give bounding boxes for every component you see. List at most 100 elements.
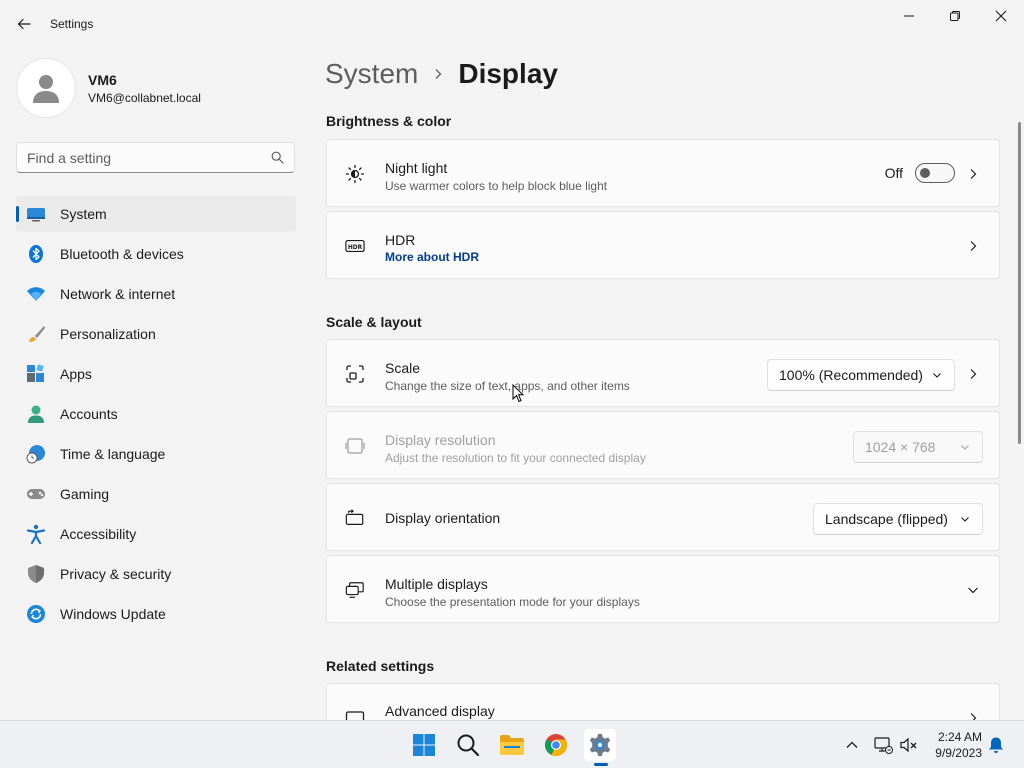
taskbar-search-button[interactable]: [452, 729, 484, 761]
scale-description: Change the size of text, apps, and other…: [385, 379, 630, 393]
sidebar-item-windows-update[interactable]: Windows Update: [16, 596, 296, 632]
chrome-icon: [545, 734, 567, 756]
network-tray-icon[interactable]: [873, 735, 893, 755]
restore-icon: [950, 11, 960, 21]
notification-bell-icon[interactable]: [986, 735, 1006, 755]
sidebar-item-label: Network & internet: [60, 286, 176, 302]
clock-date: 9/9/2023: [935, 746, 982, 760]
maximize-button[interactable]: [932, 0, 978, 32]
sidebar-item-gaming[interactable]: Gaming: [16, 476, 296, 512]
back-button[interactable]: [10, 10, 38, 38]
file-explorer-button[interactable]: [496, 729, 528, 761]
sidebar-item-time-language[interactable]: Time & language: [16, 436, 296, 472]
display-resolution-card: Display resolution Adjust the resolution…: [326, 411, 1000, 479]
multiple-displays-card[interactable]: Multiple displays Choose the presentatio…: [326, 555, 1000, 623]
display-orientation-dropdown[interactable]: Landscape (flipped): [813, 503, 983, 535]
more-about-hdr-link[interactable]: More about HDR: [385, 250, 479, 264]
volume-muted-icon[interactable]: [899, 735, 919, 755]
taskbar: 2:24 AM 9/9/2023: [0, 720, 1024, 768]
breadcrumb: System Display: [325, 58, 558, 90]
search-input[interactable]: [17, 143, 262, 172]
scrollbar-thumb[interactable]: [1018, 122, 1021, 444]
sidebar-item-bluetooth[interactable]: Bluetooth & devices: [16, 236, 296, 272]
system-icon: [26, 204, 46, 224]
chevron-right-icon: [965, 166, 981, 182]
chrome-button[interactable]: [540, 729, 572, 761]
sidebar-item-privacy-security[interactable]: Privacy & security: [16, 556, 296, 592]
gamepad-icon: [26, 484, 46, 504]
hdr-card[interactable]: HDR HDR More about HDR: [326, 211, 1000, 279]
profile-email: VM6@collabnet.local: [88, 90, 201, 105]
minimize-button[interactable]: [886, 0, 932, 32]
sidebar-item-accounts[interactable]: Accounts: [16, 396, 296, 432]
taskbar-clock[interactable]: 2:24 AM 9/9/2023: [926, 729, 982, 761]
accessibility-icon: [26, 524, 46, 544]
chevron-right-icon: [432, 68, 444, 80]
windows-logo-icon: [413, 734, 435, 756]
orientation-icon: [345, 508, 365, 528]
section-title-brightness: Brightness & color: [326, 113, 452, 129]
chevron-up-icon: [846, 741, 858, 748]
display-resolution-description: Adjust the resolution to fit your connec…: [385, 451, 646, 465]
sidebar-item-label: Privacy & security: [60, 566, 172, 582]
update-icon: [26, 604, 46, 624]
sidebar-item-system[interactable]: System: [16, 196, 296, 232]
sidebar-item-label: System: [60, 206, 107, 222]
advanced-display-card[interactable]: Advanced display: [326, 683, 1000, 720]
night-light-card[interactable]: Night light Use warmer colors to help bl…: [326, 139, 1000, 207]
profile-name: VM6: [88, 71, 117, 88]
gear-icon: [589, 734, 611, 756]
avatar: [16, 58, 76, 118]
sidebar-item-label: Gaming: [60, 486, 110, 502]
folder-icon: [500, 735, 524, 755]
sidebar-item-personalization[interactable]: Personalization: [16, 316, 296, 352]
sidebar-item-apps[interactable]: Apps: [16, 356, 296, 392]
search-icon: [457, 734, 480, 757]
start-button[interactable]: [408, 729, 440, 761]
user-icon: [33, 75, 59, 103]
scale-card[interactable]: Scale Change the size of text, apps, and…: [326, 339, 1000, 407]
sidebar-item-label: Windows Update: [60, 606, 166, 622]
active-app-indicator: [594, 763, 608, 766]
search-box[interactable]: [16, 142, 295, 173]
show-hidden-icons-button[interactable]: [842, 735, 862, 755]
sidebar-item-label: Personalization: [60, 326, 156, 342]
scale-value: 100% (Recommended): [779, 367, 923, 383]
sidebar-nav: System Bluetooth & devices Network & int…: [16, 196, 296, 636]
sidebar-item-accessibility[interactable]: Accessibility: [16, 516, 296, 552]
multiple-displays-title: Multiple displays: [385, 576, 488, 592]
brush-icon: [26, 324, 46, 344]
globe-clock-icon: [26, 444, 46, 464]
advanced-display-title: Advanced display: [385, 703, 495, 719]
close-icon: [995, 10, 1007, 22]
display-resolution-value: 1024 × 768: [865, 439, 936, 455]
chevron-down-icon: [961, 445, 969, 450]
night-light-description: Use warmer colors to help block blue lig…: [385, 179, 608, 193]
settings-taskbar-button[interactable]: [584, 729, 616, 761]
resolution-icon: [345, 436, 365, 456]
close-button[interactable]: [978, 0, 1024, 32]
display-orientation-card[interactable]: Display orientation Landscape (flipped): [326, 483, 1000, 551]
search-icon[interactable]: [271, 151, 284, 164]
night-light-toggle-group: Off: [885, 163, 955, 183]
chevron-down-icon[interactable]: [965, 582, 981, 598]
title-bar: Settings: [0, 0, 1024, 48]
hdr-title: HDR: [385, 232, 416, 248]
sidebar-item-label: Accessibility: [60, 526, 137, 542]
wifi-icon: [26, 284, 46, 304]
display-orientation-title: Display orientation: [385, 510, 501, 526]
section-title-related: Related settings: [326, 658, 435, 674]
back-arrow-icon: [17, 18, 31, 30]
user-profile[interactable]: VM6 VM6@collabnet.local: [16, 58, 201, 118]
night-light-title: Night light: [385, 160, 448, 176]
mouse-cursor-icon: [512, 384, 524, 403]
monitor-icon: [345, 710, 365, 720]
night-light-toggle[interactable]: [915, 163, 955, 183]
sidebar-item-label: Accounts: [60, 406, 118, 422]
scale-dropdown[interactable]: 100% (Recommended): [767, 359, 955, 391]
scale-title: Scale: [385, 360, 421, 376]
chevron-right-icon: [965, 710, 981, 720]
sidebar-item-network[interactable]: Network & internet: [16, 276, 296, 312]
multiple-displays-icon: [345, 580, 365, 600]
breadcrumb-parent[interactable]: System: [325, 58, 418, 90]
